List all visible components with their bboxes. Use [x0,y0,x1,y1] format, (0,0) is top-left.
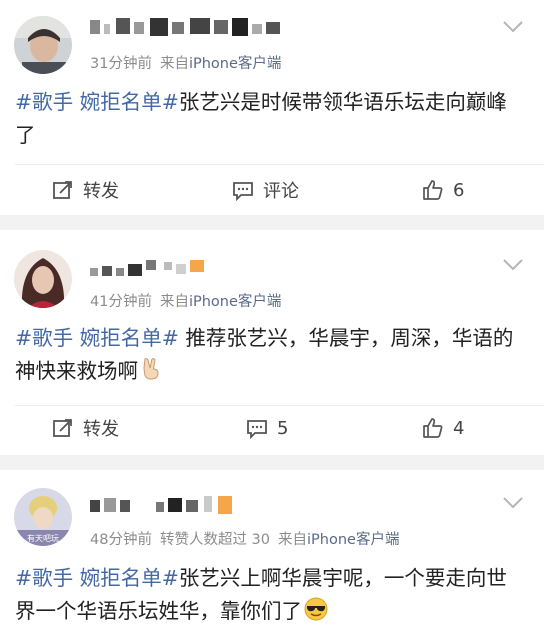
repost-icon [52,417,74,439]
like-button[interactable]: 6 [422,175,464,205]
post-meta: 41分钟前 来自iPhone客户端 [90,290,281,311]
username-blurred[interactable] [90,258,220,280]
hashtag[interactable]: #歌手 [15,90,73,114]
repost-button[interactable]: 转发 [52,413,119,443]
source-prefix: 来自 [159,294,189,310]
chevron-down-icon[interactable] [502,258,524,272]
action-bar: 转发 5 4 [0,413,544,443]
hashtag[interactable]: 婉拒名单# [80,566,179,590]
post-body: #歌手 婉拒名单#张艺兴上啊华晨宇呢，一个要走向世界一个华语乐坛姓华，靠你们了 [15,562,524,631]
repost-like-count: 转赞人数超过 30 [159,532,271,548]
action-bar: 转发 评论 6 [0,175,544,205]
username-blurred[interactable] [90,494,250,516]
repost-label: 转发 [83,419,119,440]
post-card: 有天吧玩 48分钟前 转赞人数超过 30 来自iPhone客户端 #歌手 婉拒名单#… [0,470,544,632]
client-link[interactable]: iPhone客户端 [307,532,399,548]
client-link[interactable]: iPhone客户端 [189,294,281,310]
post-time: 31分钟前 [90,56,152,72]
like-button[interactable]: 4 [422,413,464,443]
thumbs-up-icon [422,417,444,439]
post-card: 31分钟前 来自iPhone客户端 #歌手 婉拒名单#张艺兴是时候带领华语乐坛走向… [0,0,544,215]
comment-icon [246,417,268,439]
avatar[interactable] [14,16,72,74]
divider [15,164,544,165]
comment-button[interactable]: 5 [246,413,288,443]
post-meta: 31分钟前 来自iPhone客户端 [90,52,281,73]
sunglasses-emoji [304,597,328,631]
post-time: 41分钟前 [90,294,152,310]
hashtag[interactable]: #歌手 [15,326,73,350]
hashtag[interactable]: #歌手 [15,566,73,590]
hashtag[interactable]: 婉拒名单# [80,90,179,114]
source-prefix: 来自 [278,532,308,548]
post-time: 48分钟前 [90,532,152,548]
thumbs-up-icon [422,179,444,201]
avatar-image: 有天吧玩 [14,488,72,546]
divider [15,405,544,406]
comment-label: 评论 [263,181,299,202]
post-card: 41分钟前 来自iPhone客户端 #歌手 婉拒名单# 推荐张艺兴，华晨宇，周深，… [0,230,544,455]
avatar-watermark: 有天吧玩 [27,533,59,543]
avatar-image [14,250,72,308]
comment-button[interactable]: 评论 [232,175,299,205]
avatar[interactable] [14,250,72,308]
comment-icon [232,179,254,201]
repost-icon [52,179,74,201]
post-meta: 48分钟前 转赞人数超过 30 来自iPhone客户端 [90,528,399,549]
like-count: 4 [453,417,465,439]
avatar[interactable]: 有天吧玩 [14,488,72,546]
chevron-down-icon[interactable] [502,20,524,34]
repost-label: 转发 [83,181,119,202]
victory-hand-emoji [140,357,162,391]
post-body: #歌手 婉拒名单# 推荐张艺兴，华晨宇，周深，华语的神快来救场啊 [15,322,524,391]
like-count: 6 [453,179,465,201]
post-body: #歌手 婉拒名单#张艺兴是时候带领华语乐坛走向巅峰了 [15,86,524,152]
comment-count: 5 [277,417,289,439]
source-prefix: 来自 [159,56,189,72]
chevron-down-icon[interactable] [502,496,524,510]
avatar-image [14,16,72,74]
repost-button[interactable]: 转发 [52,175,119,205]
client-link[interactable]: iPhone客户端 [189,56,281,72]
username-blurred[interactable] [90,16,290,38]
hashtag[interactable]: 婉拒名单# [80,326,179,350]
